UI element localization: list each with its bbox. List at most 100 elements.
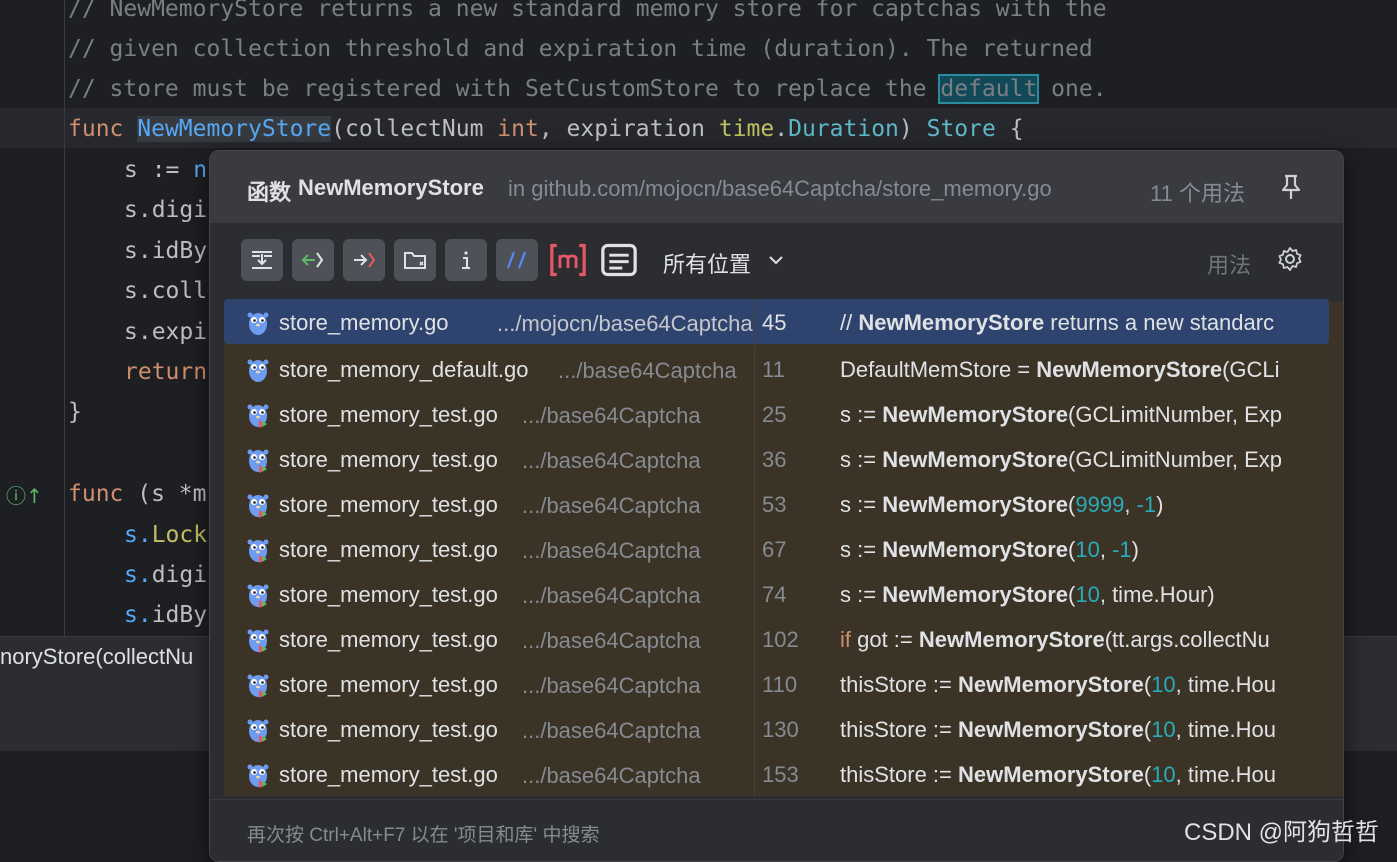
- find-usages-popup[interactable]: 函数 NewMemoryStore in github.com/mojocn/b…: [209, 150, 1344, 862]
- line-number: 110: [762, 672, 798, 697]
- usage-row[interactable]: store_memory_test.go .../base64Captcha 5…: [224, 481, 1329, 526]
- usage-row[interactable]: store_memory_test.go .../base64Captcha 7…: [224, 571, 1329, 616]
- breadcrumb-text[interactable]: noryStore(collectNu: [0, 644, 193, 669]
- file-path: .../base64Captcha: [522, 448, 701, 473]
- file-name: store_memory_test.go: [279, 582, 498, 607]
- code-text: s.: [124, 562, 152, 588]
- code-text: idBy: [151, 602, 208, 628]
- file-path: .../base64Captcha: [522, 583, 701, 608]
- read-access-button[interactable]: [292, 239, 334, 281]
- file-path: .../base64Captcha: [522, 538, 701, 563]
- popup-toolbar: 所有位置 用法: [210, 223, 1343, 295]
- file-name: store_memory_test.go: [279, 447, 498, 472]
- snippet-match: NewMemoryStore: [918, 627, 1105, 652]
- scope-dropdown[interactable]: 所有位置: [663, 247, 751, 279]
- code-text: s.: [124, 522, 152, 548]
- directory-filter-button[interactable]: [394, 239, 436, 281]
- gear-icon[interactable]: [1276, 245, 1304, 273]
- comments-filter-button[interactable]: [496, 239, 538, 281]
- comments-filter-icon: [506, 251, 527, 269]
- code-text: , expiration: [538, 116, 719, 142]
- snippet-match: NewMemoryStore: [882, 492, 1069, 517]
- method-icon: [550, 243, 586, 277]
- snippet-text: (GCLi: [1222, 357, 1280, 382]
- implementations-gutter-icon[interactable]: ⓘ↑: [6, 480, 43, 509]
- go-file-icon: [247, 539, 269, 563]
- file-name: store_memory_test.go: [279, 717, 498, 742]
- comment-text: // store must be registered with SetCust…: [68, 76, 941, 102]
- code-snippet: // NewMemoryStore returns a new standarc: [840, 310, 1314, 336]
- line-number: 25: [762, 402, 787, 427]
- usage-count: 11 个用法: [1150, 181, 1245, 206]
- search-highlight: default: [938, 74, 1040, 104]
- snippet-match: NewMemoryStore: [882, 447, 1069, 472]
- file-name: store_memory_test.go: [279, 402, 498, 427]
- column-divider: [754, 481, 755, 526]
- keyword: if: [840, 627, 851, 652]
- column-divider: [754, 436, 755, 481]
- line-number: 67: [762, 537, 787, 562]
- usage-row[interactable]: store_memory_default.go .../base64Captch…: [224, 346, 1329, 391]
- line-number: 74: [762, 582, 787, 607]
- preview-icon: [601, 243, 637, 277]
- code-snippet: s := NewMemoryStore(GCLimitNumber, Exp: [840, 402, 1314, 428]
- code-text: s.: [124, 602, 152, 628]
- snippet-text: DefaultMemStore =: [840, 357, 1037, 382]
- snippet-text: , time.Hou: [1175, 717, 1276, 742]
- info-button[interactable]: [445, 239, 487, 281]
- write-access-button[interactable]: [343, 239, 385, 281]
- code-text: digi: [151, 562, 208, 588]
- code-text: n: [193, 157, 208, 183]
- pin-icon[interactable]: [1278, 173, 1304, 201]
- go-file-icon: [247, 584, 269, 608]
- usages-label: 用法: [1207, 253, 1252, 278]
- code-line-2: // given collection threshold and expira…: [68, 29, 1093, 69]
- snippet-text: s :=: [840, 402, 883, 427]
- keyword: func: [68, 116, 124, 142]
- snippet-text: , time.Hou: [1175, 762, 1276, 787]
- usage-row[interactable]: store_memory_test.go .../base64Captcha 1…: [224, 661, 1329, 706]
- usage-row[interactable]: store_memory_test.go .../base64Captcha 3…: [224, 436, 1329, 481]
- column-divider: [754, 391, 755, 436]
- type-name: int: [497, 116, 539, 142]
- code-line-1: // NewMemoryStore returns a new standard…: [68, 0, 1107, 29]
- snippet-match: NewMemoryStore: [882, 537, 1069, 562]
- snippet-text: s :=: [840, 537, 883, 562]
- code-snippet: s := NewMemoryStore(GCLimitNumber, Exp: [840, 447, 1314, 473]
- usage-row[interactable]: store_memory_test.go .../base64Captcha 6…: [224, 526, 1329, 571]
- usage-row[interactable]: store_memory_test.go .../base64Captcha 1…: [224, 616, 1329, 661]
- footer-hint: 再次按 Ctrl+Alt+F7 以在 '项目和库' 中搜索: [247, 825, 600, 846]
- go-file-icon: [247, 674, 269, 698]
- usage-row[interactable]: store_memory_test.go .../base64Captcha 1…: [224, 706, 1329, 751]
- method-filter-button[interactable]: [547, 239, 589, 281]
- snippet-number: 10: [1151, 672, 1176, 697]
- code-line-11: }: [68, 399, 82, 425]
- snippet-number: 10: [1075, 537, 1100, 562]
- snippet-match: NewMemoryStore: [882, 402, 1069, 427]
- usages-list[interactable]: store_memory.go .../mojocn/base64Captcha…: [224, 299, 1343, 796]
- snippet-text: (GCLimitNumber, Exp: [1068, 402, 1282, 427]
- column-divider: [754, 751, 755, 796]
- usage-row[interactable]: store_memory.go .../mojocn/base64Captcha…: [224, 299, 1329, 344]
- usage-row[interactable]: store_memory_test.go .../base64Captcha 1…: [224, 751, 1329, 796]
- snippet-text: ,: [1099, 537, 1113, 562]
- symbol-location: in github.com/mojocn/base64Captcha/store…: [508, 176, 1052, 201]
- merge-usages-button[interactable]: [241, 239, 283, 281]
- line-number: 130: [762, 717, 799, 742]
- code-line-15: s.idBy: [124, 595, 207, 635]
- snippet-text: (tt.args.collectNu: [1104, 627, 1270, 652]
- code-text: (s *m: [123, 481, 207, 507]
- snippet-text: returns a new standarc: [1044, 310, 1275, 335]
- column-divider: [754, 616, 755, 661]
- function-name[interactable]: NewMemoryStore: [137, 116, 332, 142]
- chevron-down-icon[interactable]: [767, 251, 785, 269]
- snippet-match: NewMemoryStore: [958, 717, 1144, 742]
- snippet-text: ): [1131, 537, 1139, 562]
- preview-button[interactable]: [598, 239, 640, 281]
- usage-row[interactable]: store_memory_test.go .../base64Captcha 2…: [224, 391, 1329, 436]
- popup-footer: 再次按 Ctrl+Alt+F7 以在 '项目和库' 中搜索: [210, 799, 1343, 861]
- column-divider: [754, 661, 755, 706]
- snippet-text: ,: [1124, 492, 1137, 517]
- watermark: CSDN @阿狗哲哲: [1184, 819, 1380, 846]
- write-access-icon: [354, 252, 376, 268]
